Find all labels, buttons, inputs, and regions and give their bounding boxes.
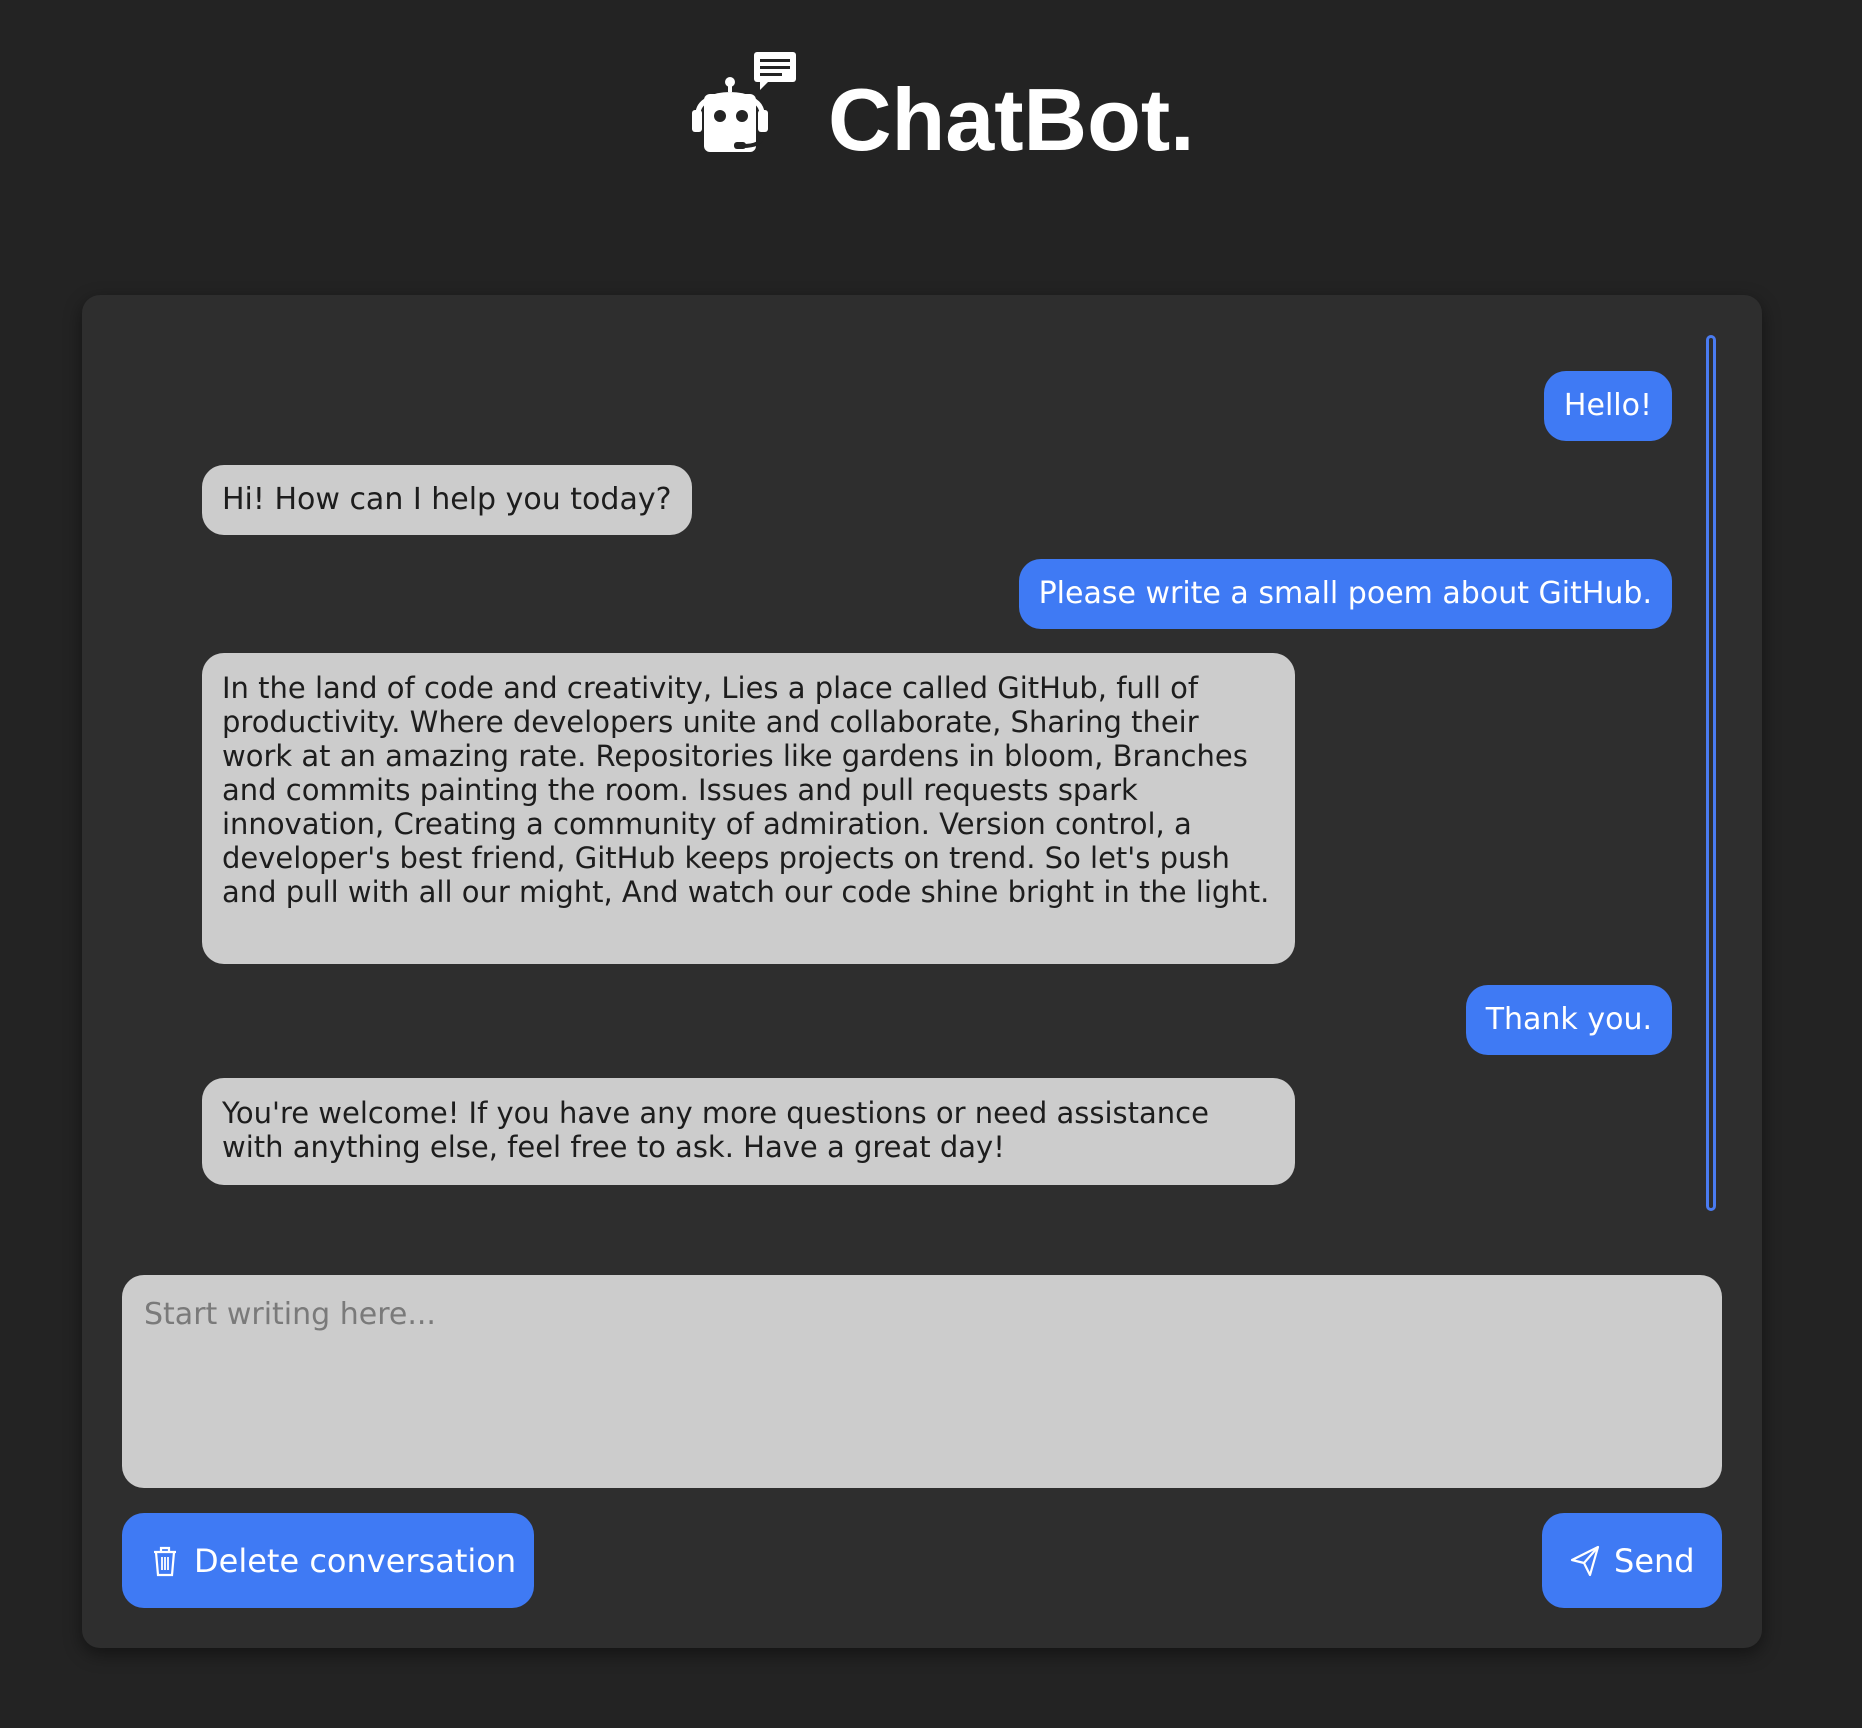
message-input[interactable] <box>122 1275 1722 1488</box>
bot-message: In the land of code and creativity, Lies… <box>202 653 1295 964</box>
user-message: Please write a small poem about GitHub. <box>1018 559 1672 629</box>
trash-icon <box>154 1546 176 1576</box>
scrollbar[interactable] <box>1706 335 1716 1211</box>
send-label: Send <box>1614 1541 1695 1580</box>
message-list: Hello! Hi! How can I help you today? Ple… <box>122 331 1722 1211</box>
delete-conversation-label: Delete conversation <box>194 1541 517 1580</box>
robot-headset-chat-icon <box>692 52 796 152</box>
app-title: ChatBot. <box>828 70 1195 169</box>
send-button[interactable]: Send <box>1542 1513 1722 1608</box>
chat-panel: Hello! Hi! How can I help you today? Ple… <box>82 295 1762 1648</box>
bot-message: Hi! How can I help you today? <box>202 465 692 535</box>
message-input-box[interactable] <box>122 1275 1722 1488</box>
delete-conversation-button[interactable]: Delete conversation <box>122 1513 534 1608</box>
bot-message: You're welcome! If you have any more que… <box>202 1078 1295 1185</box>
paper-plane-icon <box>1570 1545 1600 1576</box>
user-message: Thank you. <box>1465 985 1672 1055</box>
app-header: ChatBot. <box>0 0 1862 240</box>
user-message: Hello! <box>1543 371 1672 441</box>
